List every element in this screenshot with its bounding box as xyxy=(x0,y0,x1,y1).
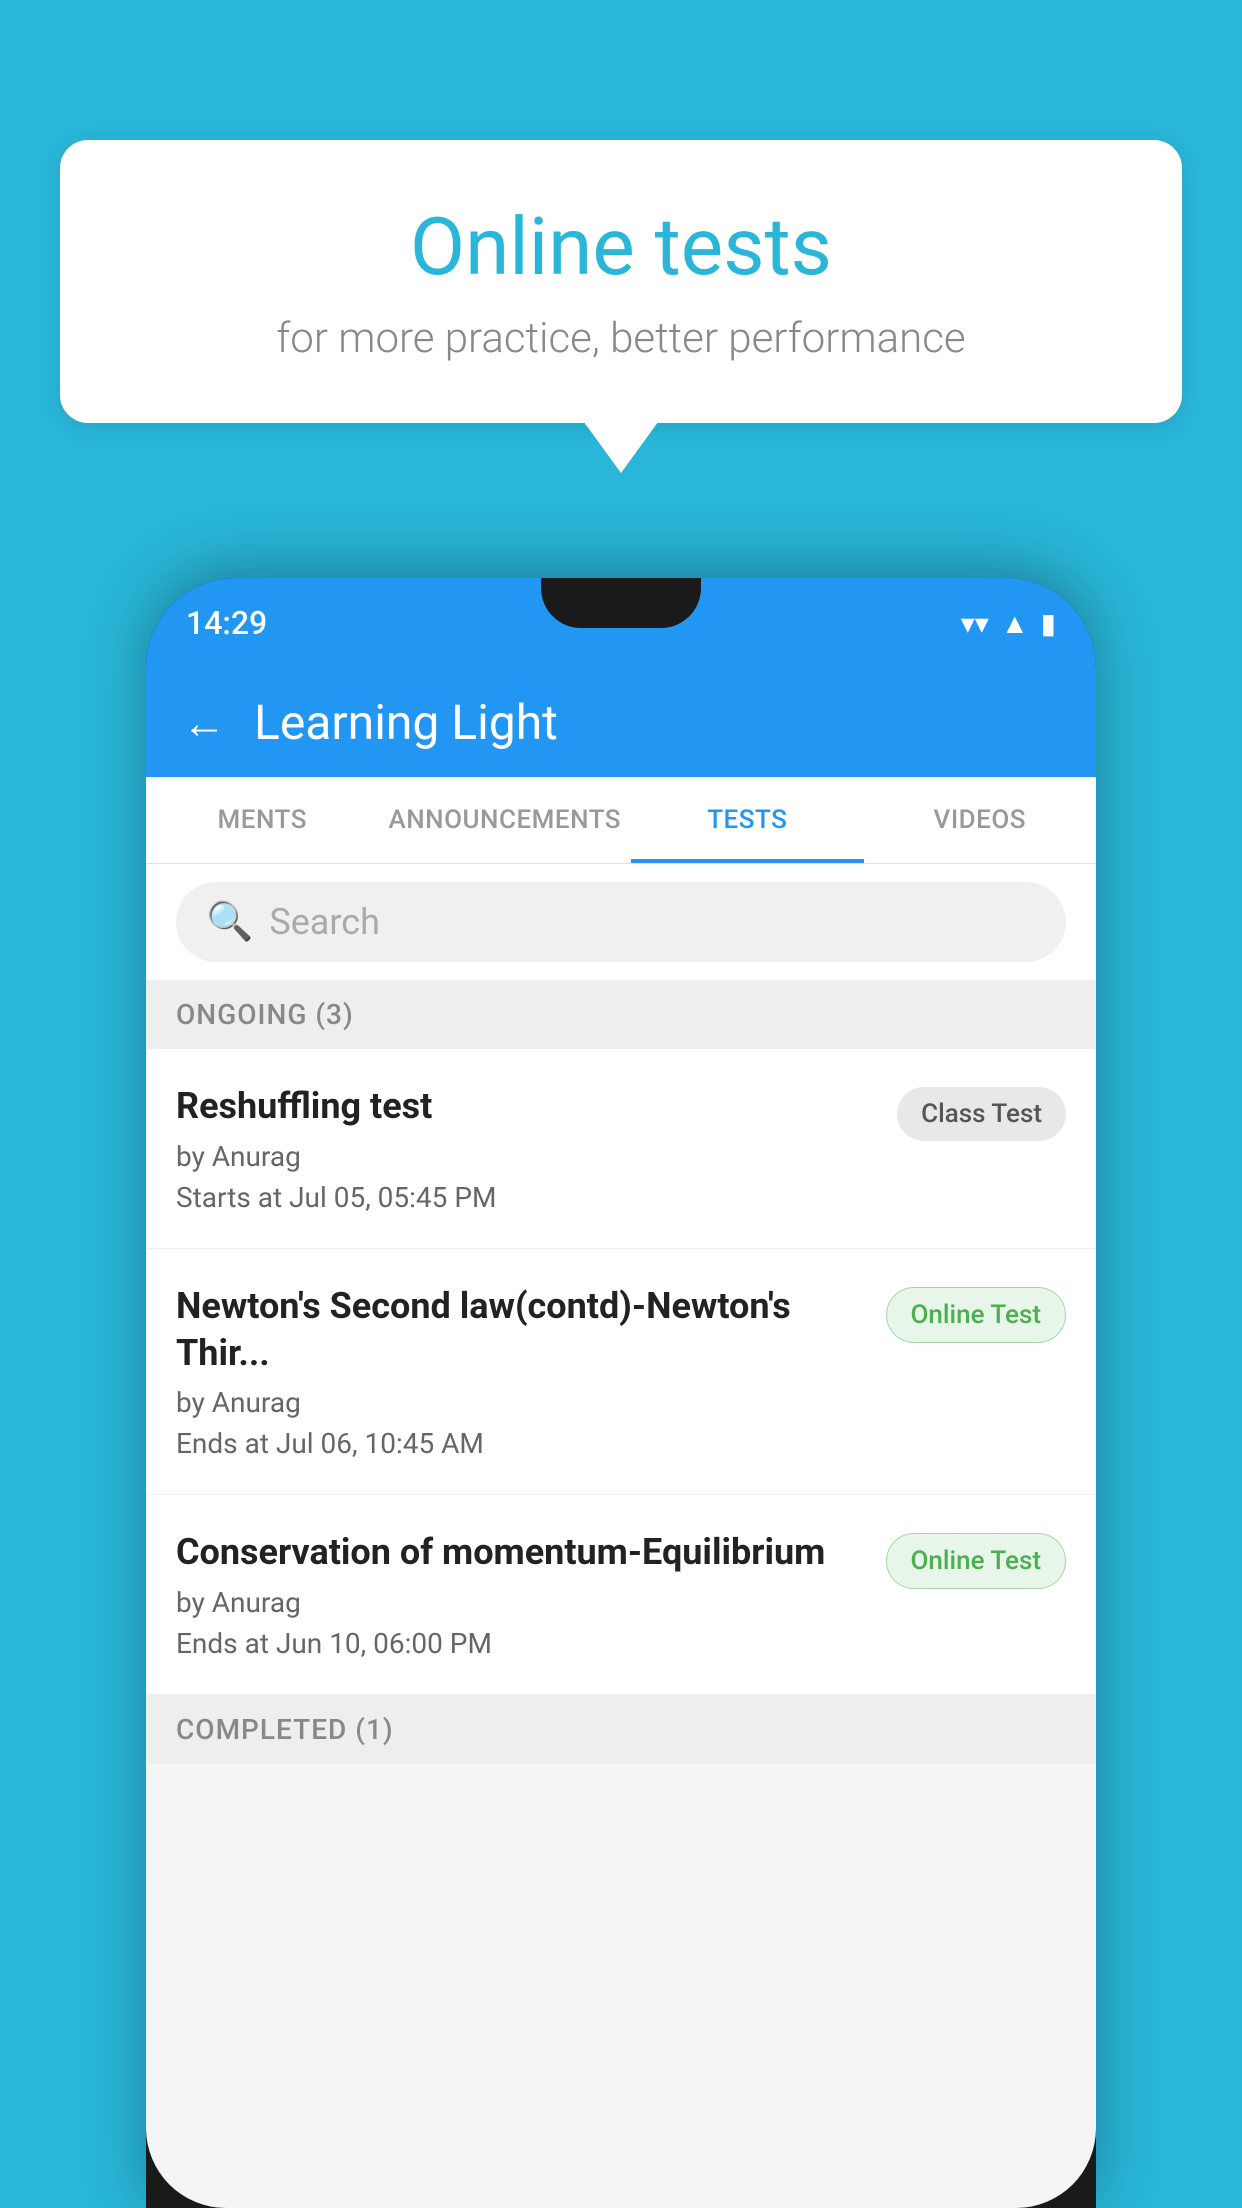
completed-label: COMPLETED (1) xyxy=(176,1713,394,1746)
phone-frame: 14:29 ▾▾ ▲ ▮ ← Learning Light MENTS ANNO… xyxy=(146,578,1096,2208)
ongoing-section-header: ONGOING (3) xyxy=(146,980,1096,1049)
search-container: 🔍 Search xyxy=(146,864,1096,980)
test-time: Ends at Jun 10, 06:00 PM xyxy=(176,1627,866,1660)
phone-screen: ← Learning Light MENTS ANNOUNCEMENTS TES… xyxy=(146,668,1096,2208)
test-name: Reshuffling test xyxy=(176,1083,877,1130)
test-author: by Anurag xyxy=(176,1140,877,1173)
tab-videos[interactable]: VIDEOS xyxy=(864,777,1096,863)
tab-bar: MENTS ANNOUNCEMENTS TESTS VIDEOS xyxy=(146,777,1096,864)
test-name: Conservation of momentum-Equilibrium xyxy=(176,1529,866,1576)
app-title: Learning Light xyxy=(254,694,558,751)
test-author: by Anurag xyxy=(176,1386,866,1419)
status-time: 14:29 xyxy=(186,604,267,642)
search-bar[interactable]: 🔍 Search xyxy=(176,882,1066,962)
test-item[interactable]: Newton's Second law(contd)-Newton's Thir… xyxy=(146,1249,1096,1496)
speech-bubble: Online tests for more practice, better p… xyxy=(60,140,1182,423)
notch xyxy=(541,578,701,628)
test-name: Newton's Second law(contd)-Newton's Thir… xyxy=(176,1283,866,1377)
search-icon: 🔍 xyxy=(206,900,253,944)
wifi-icon: ▾▾ xyxy=(961,607,989,640)
bubble-title: Online tests xyxy=(130,200,1112,294)
test-item[interactable]: Reshuffling test by Anurag Starts at Jul… xyxy=(146,1049,1096,1249)
test-time: Starts at Jul 05, 05:45 PM xyxy=(176,1181,877,1214)
status-bar: 14:29 ▾▾ ▲ ▮ xyxy=(146,578,1096,668)
test-info: Newton's Second law(contd)-Newton's Thir… xyxy=(176,1283,886,1461)
test-badge-class: Class Test xyxy=(897,1087,1066,1141)
test-badge-online: Online Test xyxy=(886,1287,1067,1343)
ongoing-label: ONGOING (3) xyxy=(176,998,354,1031)
back-button[interactable]: ← xyxy=(182,701,226,745)
signal-icon: ▲ xyxy=(1001,607,1029,640)
test-badge-online-2: Online Test xyxy=(886,1533,1067,1589)
battery-icon: ▮ xyxy=(1041,607,1056,640)
tab-ments[interactable]: MENTS xyxy=(146,777,378,863)
test-time: Ends at Jul 06, 10:45 AM xyxy=(176,1427,866,1460)
test-author: by Anurag xyxy=(176,1586,866,1619)
speech-bubble-container: Online tests for more practice, better p… xyxy=(60,140,1182,423)
tab-tests[interactable]: TESTS xyxy=(631,777,863,863)
test-item[interactable]: Conservation of momentum-Equilibrium by … xyxy=(146,1495,1096,1695)
tab-announcements[interactable]: ANNOUNCEMENTS xyxy=(378,777,631,863)
test-info: Conservation of momentum-Equilibrium by … xyxy=(176,1529,886,1660)
app-header: ← Learning Light xyxy=(146,668,1096,777)
search-input[interactable]: Search xyxy=(269,901,380,943)
test-info: Reshuffling test by Anurag Starts at Jul… xyxy=(176,1083,897,1214)
bubble-subtitle: for more practice, better performance xyxy=(130,314,1112,363)
completed-section-header: COMPLETED (1) xyxy=(146,1695,1096,1764)
status-icons: ▾▾ ▲ ▮ xyxy=(961,607,1056,640)
